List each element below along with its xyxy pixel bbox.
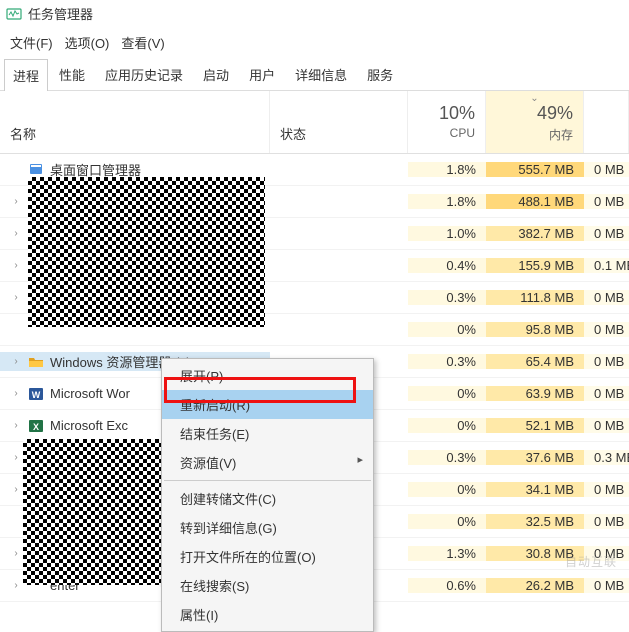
cell-disk: 0 MB: [584, 514, 629, 529]
window-title: 任务管理器: [28, 4, 93, 23]
mem-pct: 49%: [496, 103, 573, 124]
cell-cpu: 1.3%: [408, 546, 486, 561]
cell-disk: 0 MB: [584, 290, 629, 305]
tab-startup[interactable]: 启动: [194, 58, 238, 90]
mem-label: 内存: [496, 126, 573, 143]
ctx-goto-details[interactable]: 转到详细信息(G): [162, 513, 373, 542]
col-name-label: 名称: [10, 124, 36, 143]
cell-disk: 0 MB: [584, 418, 629, 433]
tab-services[interactable]: 服务: [358, 58, 402, 90]
cell-disk: 0.3 MB: [584, 450, 629, 465]
expand-toggle[interactable]: ›: [10, 580, 22, 591]
cell-disk: 0 MB: [584, 354, 629, 369]
cell-memory: 52.1 MB: [486, 418, 584, 433]
ctx-properties[interactable]: 属性(I): [162, 600, 373, 629]
tab-performance[interactable]: 性能: [50, 58, 94, 90]
cell-disk: 0 MB: [584, 386, 629, 401]
expand-toggle[interactable]: ›: [10, 196, 22, 207]
cell-cpu: 0.4%: [408, 258, 486, 273]
cell-disk: 0.1 MB: [584, 258, 629, 273]
process-name: Microsoft Exc: [50, 418, 128, 433]
tab-processes[interactable]: 进程: [4, 59, 48, 91]
cell-memory: 37.6 MB: [486, 450, 584, 465]
expand-toggle[interactable]: ›: [10, 484, 22, 495]
expand-toggle[interactable]: ›: [10, 356, 22, 367]
tab-details[interactable]: 详细信息: [286, 58, 356, 90]
cell-cpu: 0%: [408, 322, 486, 337]
menu-file[interactable]: 文件(F): [6, 31, 57, 54]
ctx-end-task[interactable]: 结束任务(E): [162, 419, 373, 448]
col-status[interactable]: 状态: [270, 91, 408, 153]
cell-cpu: 1.0%: [408, 226, 486, 241]
col-memory[interactable]: ⌄49% 内存: [486, 91, 584, 153]
censored-region: [23, 439, 162, 585]
ctx-open-location[interactable]: 打开文件所在的位置(O): [162, 542, 373, 571]
expand-toggle[interactable]: ›: [10, 452, 22, 463]
table-header: 名称 状态 10% CPU ⌄49% 内存: [0, 91, 629, 154]
ctx-create-dump[interactable]: 创建转储文件(C): [162, 484, 373, 513]
cell-disk: 0 MB: [584, 194, 629, 209]
expand-toggle[interactable]: ›: [10, 420, 22, 431]
menubar: 文件(F) 选项(O) 查看(V): [0, 27, 629, 58]
svg-text:W: W: [32, 390, 41, 400]
cell-cpu: 0.3%: [408, 354, 486, 369]
sort-arrow-icon: ⌄: [530, 93, 538, 104]
col-disk[interactable]: [584, 91, 629, 153]
cell-cpu: 0%: [408, 418, 486, 433]
context-menu: 展开(P) 重新启动(R) 结束任务(E) 资源值(V) 创建转储文件(C) 转…: [161, 358, 374, 632]
titlebar: 任务管理器: [0, 0, 629, 27]
col-status-label: 状态: [280, 124, 306, 143]
cell-cpu: 0%: [408, 386, 486, 401]
cell-cpu: 0%: [408, 514, 486, 529]
cell-memory: 555.7 MB: [486, 162, 584, 177]
cell-memory: 488.1 MB: [486, 194, 584, 209]
cell-disk: 0 MB: [584, 322, 629, 337]
censored-region: [28, 177, 265, 327]
cell-disk: 0 MB: [584, 162, 629, 177]
taskmgr-icon: [6, 6, 22, 22]
menu-view[interactable]: 查看(V): [117, 31, 168, 54]
cell-disk: 0 MB: [584, 226, 629, 241]
cpu-label: CPU: [418, 126, 475, 140]
ctx-restart[interactable]: 重新启动(R): [162, 390, 373, 419]
tab-users[interactable]: 用户: [240, 58, 284, 90]
ctx-expand[interactable]: 展开(P): [162, 361, 373, 390]
cell-memory: 65.4 MB: [486, 354, 584, 369]
col-name[interactable]: 名称: [0, 91, 270, 153]
expand-toggle[interactable]: ›: [10, 388, 22, 399]
cell-cpu: 0.6%: [408, 578, 486, 593]
svg-text:X: X: [33, 422, 39, 432]
ctx-resource-values[interactable]: 资源值(V): [162, 448, 373, 477]
process-name: Microsoft Wor: [50, 386, 130, 401]
cpu-pct: 10%: [418, 103, 475, 124]
cell-disk: 0 MB: [584, 578, 629, 593]
expand-toggle[interactable]: ›: [10, 260, 22, 271]
tab-history[interactable]: 应用历史记录: [96, 58, 192, 90]
cell-cpu: 0.3%: [408, 290, 486, 305]
cell-memory: 95.8 MB: [486, 322, 584, 337]
cell-memory: 382.7 MB: [486, 226, 584, 241]
tabs: 进程 性能 应用历史记录 启动 用户 详细信息 服务: [0, 58, 629, 91]
expand-toggle[interactable]: ›: [10, 292, 22, 303]
cell-disk: 0 MB: [584, 482, 629, 497]
expand-toggle[interactable]: ›: [10, 548, 22, 559]
col-cpu[interactable]: 10% CPU: [408, 91, 486, 153]
cell-cpu: 1.8%: [408, 162, 486, 177]
cell-memory: 111.8 MB: [486, 290, 584, 305]
menu-options[interactable]: 选项(O): [61, 31, 114, 54]
cell-memory: 26.2 MB: [486, 578, 584, 593]
cell-cpu: 0%: [408, 482, 486, 497]
cell-memory: 63.9 MB: [486, 386, 584, 401]
ctx-separator: [164, 480, 371, 481]
cell-memory: 34.1 MB: [486, 482, 584, 497]
ctx-search-online[interactable]: 在线搜索(S): [162, 571, 373, 600]
expand-toggle[interactable]: ›: [10, 228, 22, 239]
watermark: 自动互联: [565, 553, 617, 570]
cell-cpu: 1.8%: [408, 194, 486, 209]
cell-memory: 155.9 MB: [486, 258, 584, 273]
cell-cpu: 0.3%: [408, 450, 486, 465]
cell-memory: 32.5 MB: [486, 514, 584, 529]
